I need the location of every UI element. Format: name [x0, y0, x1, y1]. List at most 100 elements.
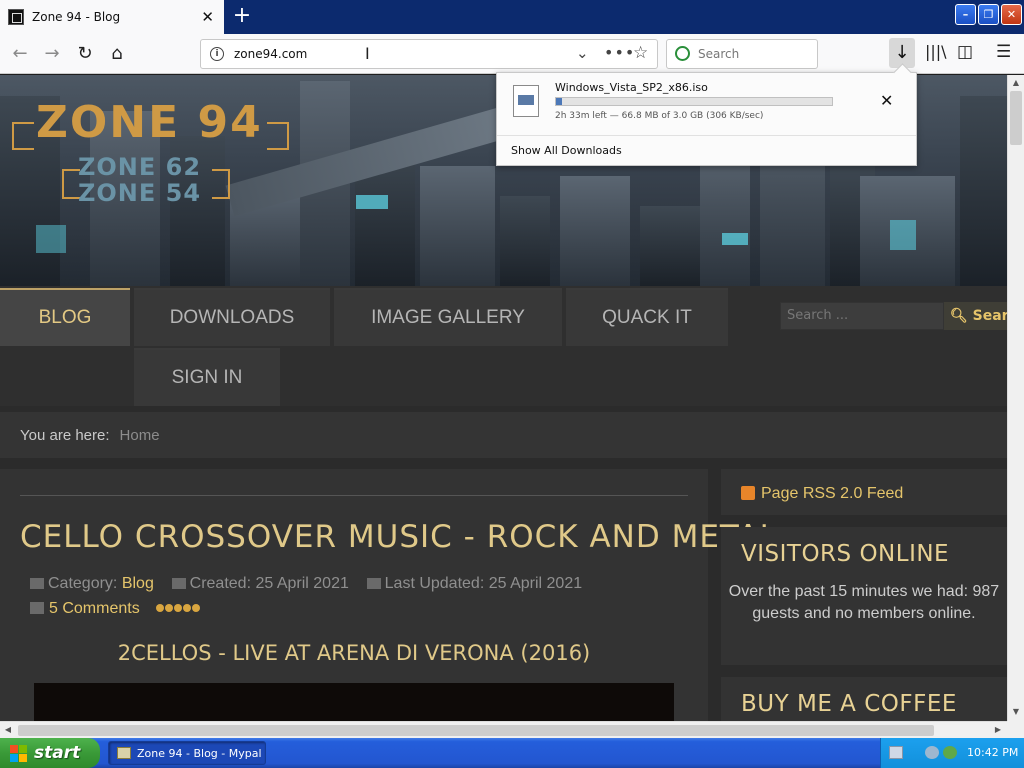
reload-button[interactable]: ↻ [73, 42, 97, 66]
close-tab-icon[interactable]: ✕ [201, 8, 214, 26]
navigation-toolbar: ← → ↻ ⌂ i zone94.com I ⌄ ••• ☆ Search ↓ … [0, 34, 1024, 74]
rss-feed-label: Page RSS 2.0 Feed [761, 485, 904, 502]
visitors-widget: VISITORS ONLINE Over the past 15 minutes… [721, 527, 1007, 665]
minimize-button[interactable]: – [955, 4, 976, 25]
site-search-button[interactable]: 🔍︎ Search [944, 302, 1007, 330]
keyboard-icon[interactable] [889, 746, 903, 759]
article-divider [20, 495, 688, 496]
restore-button[interactable]: ❐ [978, 4, 999, 25]
start-button[interactable]: start [0, 738, 100, 768]
rss-widget: Page RSS 2.0 Feed [721, 469, 1007, 515]
menu-item-downloads[interactable]: DOWNLOADS [134, 288, 330, 346]
sidebar-toggle-icon[interactable]: ◫ [957, 42, 973, 62]
close-window-button[interactable]: ✕ [1001, 4, 1022, 25]
site-search-button-label: Search [972, 308, 1007, 324]
comments-row: 5 Comments [30, 599, 201, 618]
browser-search-box[interactable]: Search [666, 39, 818, 69]
scroll-down-icon[interactable]: ▼ [1008, 704, 1024, 720]
site-search-input[interactable]: Search ... [780, 302, 944, 330]
site-favicon-icon [8, 9, 24, 25]
rss-icon [741, 486, 755, 500]
panel-divider [497, 135, 916, 136]
browser-app-icon [117, 747, 131, 759]
horizontal-scroll-thumb[interactable] [18, 725, 934, 736]
logo-main-text: ZONE 94 [36, 97, 263, 148]
taskbar: start Zone 94 - Blog - Mypal 10:42 PM [0, 738, 1024, 768]
visitors-text: Over the past 15 minutes we had: 987 gue… [728, 583, 1000, 622]
security-icon[interactable] [943, 746, 957, 759]
text-cursor-icon: I [365, 44, 370, 63]
search-icon [675, 46, 690, 61]
coffee-title: BUY ME A COFFEE [741, 691, 957, 717]
category-label: Category: [48, 575, 118, 592]
visitors-title: VISITORS ONLINE [741, 541, 950, 567]
screen: Zone 94 - Blog ✕ + – ❐ ✕ ← → ↻ ⌂ i zone9… [0, 0, 1024, 768]
comments-link[interactable]: 5 Comments [49, 600, 140, 617]
forward-button[interactable]: → [40, 42, 64, 66]
vertical-scroll-thumb[interactable] [1010, 91, 1022, 145]
browser-search-placeholder: Search [698, 47, 740, 61]
folder-icon [30, 578, 44, 589]
logo-sub-text-1: ZONE 62 [78, 153, 202, 181]
window-controls: – ❐ ✕ [955, 4, 1022, 25]
updated-date: Last Updated: 25 April 2021 [384, 575, 583, 592]
show-all-downloads-button[interactable]: Show All Downloads [511, 144, 622, 157]
rating-stars-icon[interactable] [156, 599, 201, 617]
created-date: Created: 25 April 2021 [189, 575, 349, 592]
breadcrumb: You are here: Home [0, 412, 1007, 458]
scrollbar-corner [1007, 721, 1024, 738]
download-progress-fill [556, 98, 563, 105]
url-dropdown-icon[interactable]: ⌄ [576, 44, 589, 62]
downloads-panel: Windows_Vista_SP2_x86.iso 2h 33m left — … [496, 72, 917, 166]
breadcrumb-label: You are here: [20, 426, 110, 444]
scroll-up-icon[interactable]: ▲ [1008, 75, 1024, 91]
home-button[interactable]: ⌂ [105, 42, 129, 66]
horizontal-scrollbar[interactable]: ◀ ▶ [0, 721, 1007, 738]
tab-title: Zone 94 - Blog [32, 10, 121, 24]
breadcrumb-home-link[interactable]: Home [120, 427, 160, 444]
scroll-left-icon[interactable]: ◀ [0, 722, 16, 738]
address-bar[interactable]: i zone94.com I ⌄ ••• ☆ [200, 39, 658, 69]
rss-feed-link[interactable]: Page RSS 2.0 Feed [741, 485, 903, 503]
site-logo[interactable]: ZONE 94 ZONE 62 ZONE 54 [12, 97, 302, 217]
article-meta: Category: Blog Created: 25 April 2021 La… [30, 575, 582, 593]
start-label: start [34, 743, 81, 763]
page-actions-icon[interactable]: ••• [604, 43, 635, 62]
calendar-icon [171, 578, 186, 589]
menu-item-image-gallery[interactable]: IMAGE GALLERY [334, 288, 562, 346]
url-text: zone94.com [234, 47, 308, 61]
menu-item-quack-it[interactable]: QUACK IT [566, 288, 728, 346]
video-embed[interactable] [34, 683, 674, 721]
coffee-widget: BUY ME A COFFEE [721, 677, 1007, 721]
system-tray: 10:42 PM [880, 738, 1024, 768]
taskbar-window-label: Zone 94 - Blog - Mypal [137, 746, 262, 760]
bookmark-star-icon[interactable]: ☆ [633, 43, 648, 63]
download-status: 2h 33m left — 66.8 MB of 3.0 GB (306 KB/… [555, 111, 764, 121]
calendar-icon [366, 578, 381, 589]
category-link[interactable]: Blog [122, 575, 154, 592]
menu-item-blog[interactable]: BLOG [0, 288, 130, 346]
network-icon[interactable] [925, 746, 939, 759]
taskbar-window-button[interactable]: Zone 94 - Blog - Mypal [108, 741, 266, 765]
logo-sub-text-2: ZONE 54 [78, 179, 202, 207]
download-progress-bar [555, 97, 833, 106]
site-main-menu: BLOG DOWNLOADS IMAGE GALLERY QUACK IT SI… [0, 286, 1007, 406]
search-icon: 🔍︎ [950, 308, 968, 324]
new-tab-button[interactable]: + [230, 4, 254, 28]
cancel-download-icon[interactable]: ✕ [880, 91, 893, 110]
download-filename[interactable]: Windows_Vista_SP2_x86.iso [555, 81, 708, 94]
back-button[interactable]: ← [8, 42, 32, 66]
vertical-scrollbar[interactable]: ▲ ▼ [1007, 75, 1024, 721]
iso-file-icon [513, 85, 539, 117]
browser-tab[interactable]: Zone 94 - Blog ✕ [0, 0, 224, 34]
article-subheading: 2CELLOS - LIVE AT ARENA DI VERONA (2016) [117, 641, 591, 665]
library-icon[interactable]: |||\ [925, 42, 947, 61]
menu-icon[interactable]: ☰ [996, 42, 1011, 62]
comment-icon [30, 602, 44, 614]
windows-logo-icon [10, 744, 27, 762]
site-info-icon[interactable]: i [210, 47, 224, 61]
scroll-right-icon[interactable]: ▶ [990, 722, 1006, 738]
browser-tab-bar: Zone 94 - Blog ✕ + – ❐ ✕ [0, 0, 1024, 34]
article-title[interactable]: CELLO CROSSOVER MUSIC - ROCK AND METAL [20, 519, 778, 555]
menu-item-sign-in[interactable]: SIGN IN [134, 348, 280, 406]
